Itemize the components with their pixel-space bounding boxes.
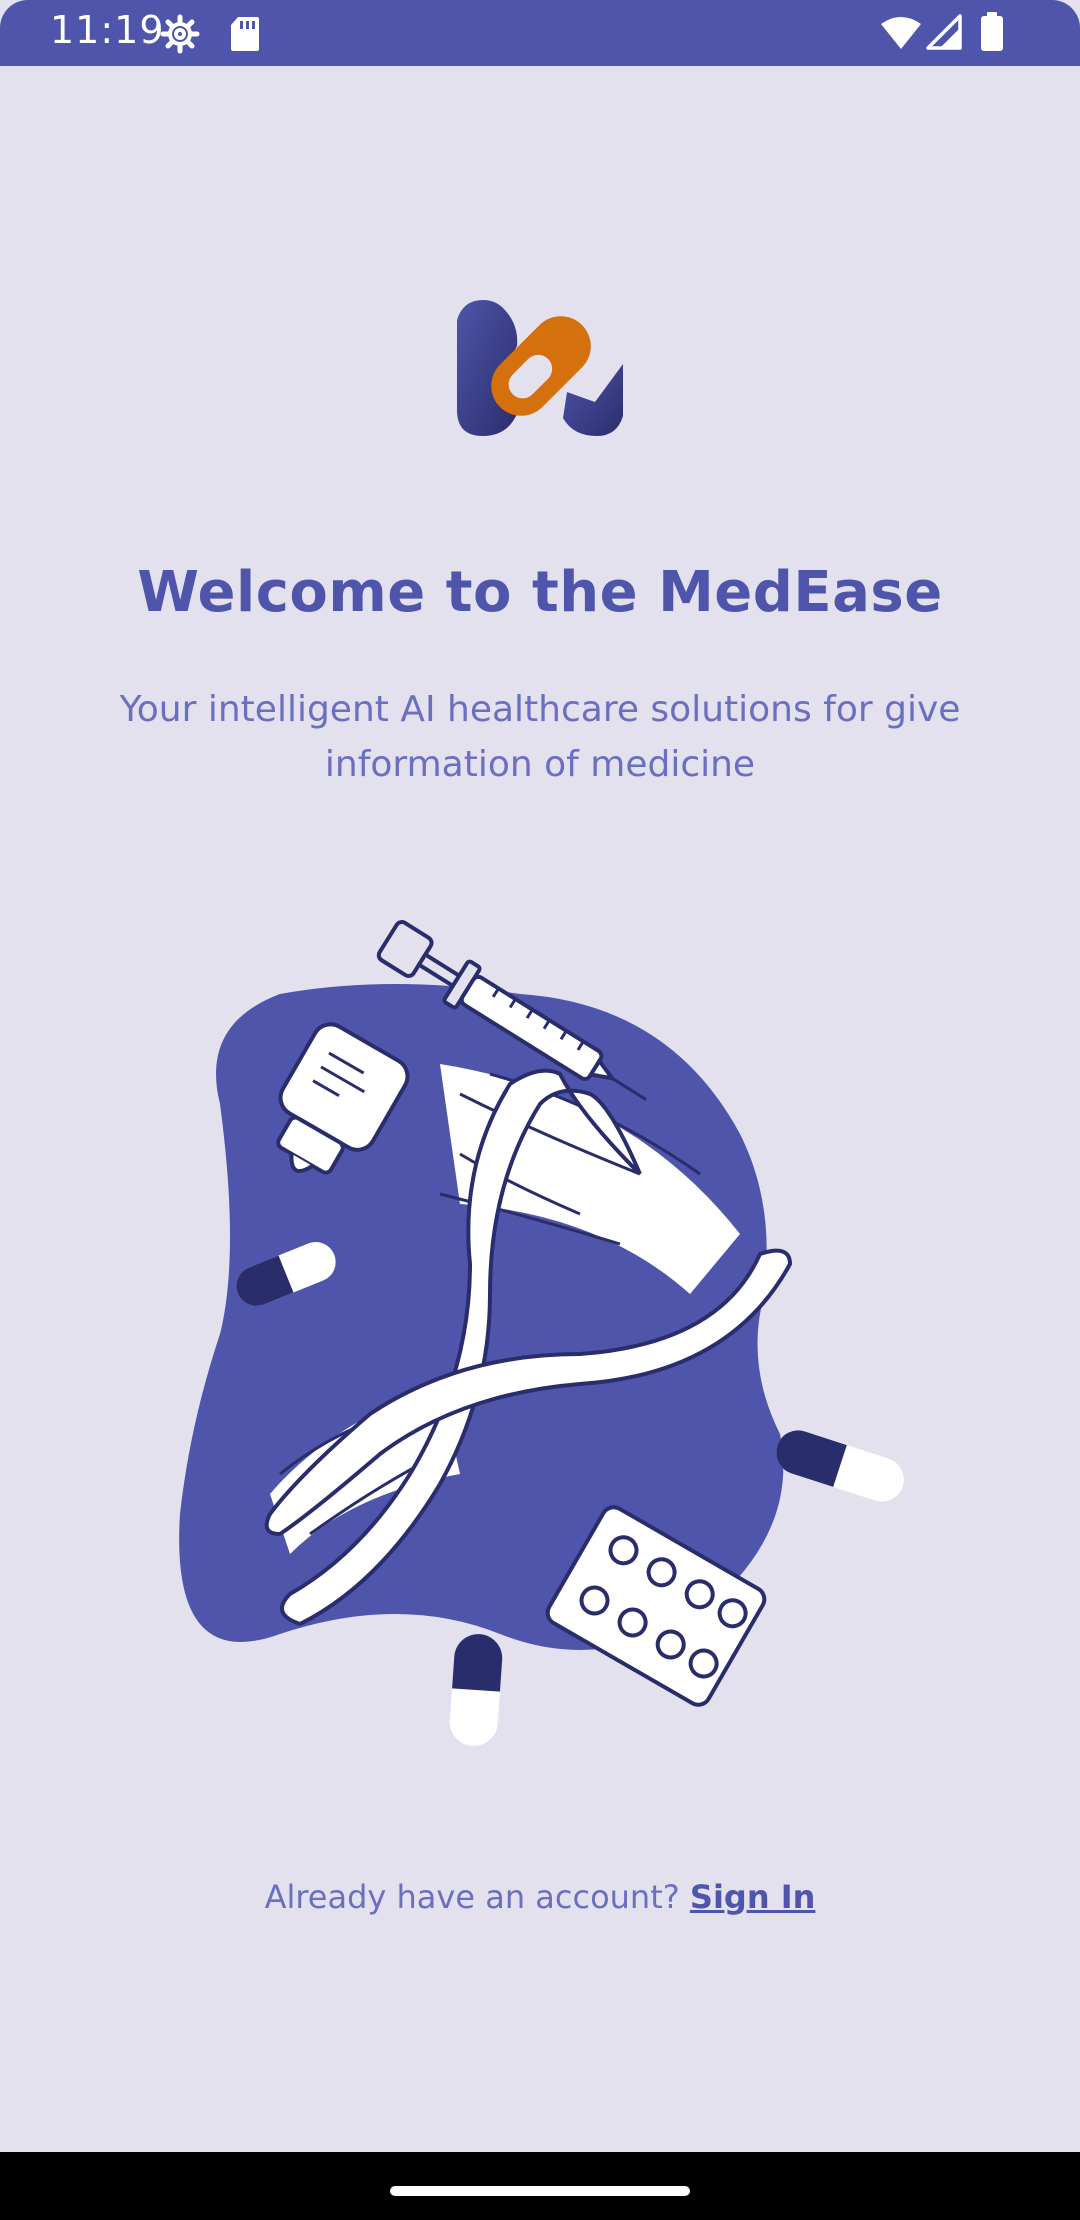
- sd-card-icon: [231, 17, 259, 51]
- wifi-icon: [881, 17, 921, 49]
- settings-icon: [160, 14, 200, 54]
- home-indicator[interactable]: [390, 2186, 690, 2196]
- status-bar: 11:19: [0, 0, 1080, 66]
- sign-in-link[interactable]: Sign In: [690, 1878, 816, 1916]
- capsule-icon: [776, 1430, 904, 1502]
- status-time: 11:19: [50, 8, 165, 52]
- battery-icon: [981, 12, 1003, 51]
- welcome-title: Welcome to the MedEase: [137, 560, 943, 625]
- navigation-bar: [0, 2152, 1080, 2220]
- capsule-icon: [449, 1634, 503, 1746]
- dna-medicine-illustration: [179, 920, 904, 1746]
- signin-row: Already have an account? Sign In: [0, 1878, 1080, 1916]
- signin-prompt: Already have an account?: [264, 1878, 680, 1916]
- welcome-subtitle: Your intelligent AI healthcare solutions…: [119, 689, 961, 785]
- signal-icon: [926, 14, 962, 50]
- welcome-screen: Welcome to the MedEase Your intelligent …: [0, 66, 1080, 2152]
- pill-logo-icon: [457, 300, 623, 436]
